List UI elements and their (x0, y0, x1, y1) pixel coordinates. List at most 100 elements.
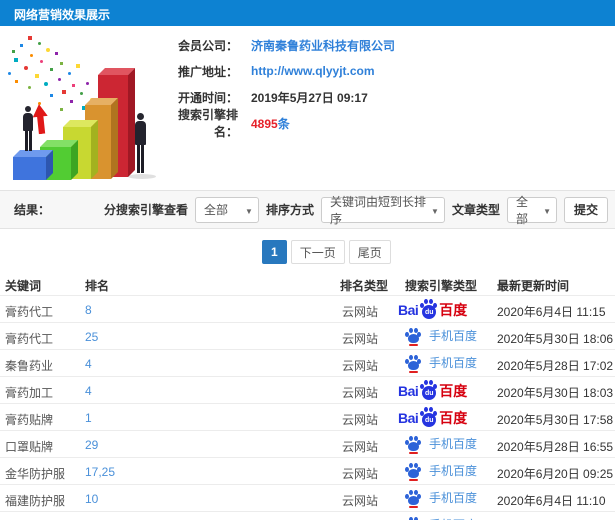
rank-type-cell: 云网站 (342, 359, 379, 373)
table-row[interactable]: 膏药加工 4 云网站 Bai du 百度 2020年5月30日 18:03 (0, 377, 615, 404)
chevron-down-icon: ▼ (543, 206, 551, 216)
header-bar: 网络营销效果展示 (0, 0, 615, 26)
article-type-select[interactable]: 全部 ▼ (506, 195, 557, 226)
rank-cell[interactable]: 17,25 (85, 465, 115, 479)
company-label: 会员公司： (177, 38, 238, 53)
baidu-logo: Bai du 百度 (398, 299, 467, 319)
rank-cell[interactable]: 10 (85, 492, 98, 506)
rank-cell[interactable]: 8 (85, 303, 92, 317)
engine-filter-label: 分搜索引擎查看 (103, 203, 188, 217)
businessman-left (21, 106, 35, 151)
filter-bar: 结果： 分搜索引擎查看 全部 ▼ 排序方式 关键词由短到长排序 ▼ 文章类型 全… (0, 190, 615, 229)
mobile-baidu-logo: 手机百度 (405, 435, 477, 454)
article-type-value: 全部 (515, 194, 528, 226)
table-row[interactable]: 手机百度 (0, 512, 615, 520)
engine-cell: Bai du 百度 (397, 407, 492, 429)
table-row[interactable]: 膏药贴牌 1 云网站 Bai du 百度 2020年5月30日 17:58 (0, 404, 615, 431)
table-row[interactable]: 口罩贴牌 29 云网站 手机百度 2020年5月28日 16:55 (0, 431, 615, 458)
next-page-button[interactable]: 下一页 (290, 240, 345, 264)
page-title: 网络营销效果展示 (14, 8, 111, 22)
rank-cell[interactable]: 29 (85, 438, 98, 452)
shadow (128, 174, 156, 179)
chevron-down-icon: ▼ (431, 206, 439, 216)
mobile-baidu-logo: 手机百度 (405, 489, 477, 508)
site-row: 推广地址： http://www.qlyyjt.com (163, 58, 395, 84)
updated-cell: 2020年5月30日 18:03 (497, 386, 614, 400)
site-link[interactable]: http://www.qlyyjt.com (251, 64, 375, 78)
keyword-cell: 福建防护服 (5, 494, 66, 508)
rank-cell[interactable]: 1 (85, 411, 92, 425)
rank-cell[interactable]: 4 (85, 384, 92, 398)
table-row[interactable]: 秦鲁药业 4 云网站 手机百度 2020年5月28日 17:02 (0, 350, 615, 377)
mobile-baidu-paw-icon (405, 516, 421, 520)
rank-count-value: 4895 (251, 116, 278, 131)
table-row[interactable]: 膏药代工 8 云网站 Bai du 百度 2020年6月4日 11:15 (0, 296, 615, 323)
chevron-down-icon: ▼ (245, 206, 253, 216)
rank-count-label: 搜索引擎排名： (177, 108, 238, 139)
col-rank-type: 排名类型 (340, 279, 389, 293)
last-page-button[interactable]: 尾页 (348, 240, 391, 264)
engine-cell: 手机百度 (397, 515, 492, 520)
engine-filter-select[interactable]: 全部 ▼ (194, 196, 259, 223)
rank-type-cell: 云网站 (342, 332, 379, 346)
pagination: 1 下一页 尾页 (262, 240, 391, 264)
rank-count-row: 搜索引擎排名： 4895条 (163, 108, 395, 139)
mobile-baidu-paw-icon (405, 327, 421, 346)
rank-cell[interactable]: 4 (85, 357, 92, 371)
rank-type-cell: 云网站 (342, 494, 379, 508)
article-type-label: 文章类型 (451, 203, 500, 217)
updated-cell: 2020年6月4日 11:15 (497, 305, 606, 319)
baidu-paw-icon: du (419, 407, 438, 427)
table-row[interactable]: 金华防护服 17,25 云网站 手机百度 2020年6月20日 09:25 (0, 458, 615, 485)
updated-cell: 2020年5月28日 17:02 (497, 359, 614, 373)
businessman-right (133, 113, 148, 173)
mobile-baidu-paw-icon (405, 462, 421, 481)
rank-type-cell: 云网站 (342, 386, 379, 400)
table-body: 膏药代工 8 云网站 Bai du 百度 2020年6月4日 11:15 膏药代… (0, 296, 615, 520)
keyword-cell: 金华防护服 (5, 467, 66, 481)
rank-type-cell: 云网站 (342, 467, 379, 481)
engine-cell: Bai du 百度 (397, 380, 492, 402)
engine-cell: 手机百度 (397, 434, 492, 456)
baidu-logo: Bai du 百度 (398, 407, 467, 427)
engine-cell: 手机百度 (397, 326, 492, 348)
opened-label: 开通时间： (177, 90, 238, 105)
mobile-baidu-logo: 手机百度 (405, 354, 477, 373)
keyword-cell: 膏药代工 (5, 305, 54, 319)
mobile-baidu-logo: 手机百度 (405, 327, 477, 346)
company-row: 会员公司： 济南秦鲁药业科技有限公司 (163, 32, 395, 58)
engine-filter-value: 全部 (203, 203, 228, 217)
site-label: 推广地址： (177, 64, 238, 79)
baidu-paw-icon: du (419, 299, 438, 319)
engine-cell: 手机百度 (397, 353, 492, 375)
mobile-baidu-paw-icon (405, 354, 421, 373)
company-link[interactable]: 济南秦鲁药业科技有限公司 (251, 37, 395, 54)
table-row[interactable]: 福建防护服 10 云网站 手机百度 2020年6月4日 11:10 (0, 485, 615, 512)
updated-cell: 2020年5月30日 18:06 (497, 332, 614, 346)
keyword-cell: 口罩贴牌 (5, 440, 54, 454)
baidu-paw-icon: du (419, 380, 438, 400)
bar-blue (13, 150, 53, 180)
page-1-button[interactable]: 1 (262, 240, 287, 264)
updated-cell: 2020年5月30日 17:58 (497, 413, 614, 427)
table-header: 关键词 排名 排名类型 搜索引擎类型 最新更新时间 (0, 272, 615, 296)
mobile-baidu-paw-icon (405, 489, 421, 508)
keyword-cell: 膏药加工 (5, 386, 54, 400)
rank-count-unit: 条 (277, 116, 290, 131)
updated-cell: 2020年6月4日 11:10 (497, 494, 606, 508)
submit-button[interactable]: 提交 (563, 196, 608, 223)
mobile-baidu-logo: 手机百度 (405, 462, 477, 481)
results-table: 关键词 排名 排名类型 搜索引擎类型 最新更新时间 膏药代工 8 云网站 Bai… (0, 272, 615, 520)
mobile-baidu-logo: 手机百度 (405, 516, 477, 520)
sort-select[interactable]: 关键词由短到长排序 ▼ (320, 195, 445, 226)
col-engine-type: 搜索引擎类型 (405, 279, 478, 293)
company-info: 会员公司： 济南秦鲁药业科技有限公司 推广地址： http://www.qlyy… (163, 32, 395, 140)
updated-cell: 2020年5月28日 16:55 (497, 440, 614, 454)
rank-cell[interactable]: 25 (85, 330, 98, 344)
sort-value: 关键词由短到长排序 (329, 194, 426, 226)
engine-cell: Bai du 百度 (397, 299, 492, 321)
engine-cell: 手机百度 (397, 488, 492, 510)
table-row[interactable]: 膏药代工 25 云网站 手机百度 2020年5月30日 18:06 (0, 323, 615, 350)
opened-value: 2019年5月27日 09:17 (251, 90, 368, 105)
rank-type-cell: 云网站 (342, 440, 379, 454)
